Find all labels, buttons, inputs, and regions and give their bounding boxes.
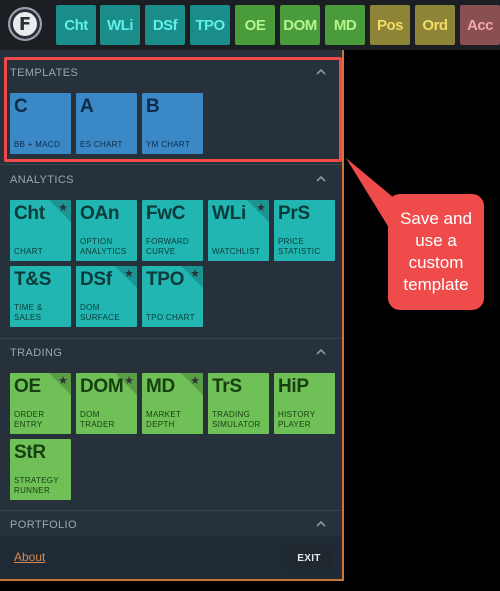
chevron-up-icon[interactable]	[314, 345, 328, 359]
tile-oe[interactable]: ★ OE ORDER ENTRY	[10, 373, 71, 434]
tile-abbr: OE	[14, 376, 41, 397]
tile-tpo[interactable]: ★ TPO TPO CHART	[142, 266, 203, 327]
chevron-up-icon[interactable]	[314, 517, 328, 531]
tile-abbr: TrS	[212, 376, 242, 397]
top-toolbar: F Cht WLi DSf TPO OE DOM MD Pos Ord Acc	[0, 0, 500, 50]
tile-md[interactable]: ★ MD MARKET DEPTH	[142, 373, 203, 434]
tile-label: TRADING SIMULATOR	[212, 410, 261, 429]
toolbar-button-acc[interactable]: Acc	[460, 5, 500, 45]
tile-abbr: PrS	[278, 203, 310, 224]
tile-prs[interactable]: PrS PRICE STATISTIC	[274, 200, 335, 261]
toolbar-button-dsf[interactable]: DSf	[145, 5, 185, 45]
tile-label: STRATEGY RUNNER	[14, 476, 59, 495]
toolbar-button-cht[interactable]: Cht	[56, 5, 96, 45]
callout-bubble: Save and use a custom template	[388, 194, 484, 310]
tile-label: TPO CHART	[146, 313, 195, 322]
tile-label: MARKET DEPTH	[146, 410, 182, 429]
star-icon[interactable]: ★	[124, 267, 134, 280]
section-header-portfolio[interactable]: PORTFOLIO	[0, 512, 342, 538]
tile-abbr: OAn	[80, 203, 120, 224]
tile-label: DOM TRADER	[80, 410, 115, 429]
tile-fwc[interactable]: FwC FORWARD CURVE	[142, 200, 203, 261]
toolbar-button-md[interactable]: MD	[325, 5, 365, 45]
tile-label: HISTORY PLAYER	[278, 410, 316, 429]
tile-abbr: T&S	[14, 269, 52, 290]
tile-hip[interactable]: HiP HISTORY PLAYER	[274, 373, 335, 434]
tile-abbr: StR	[14, 442, 46, 463]
tile-label: WATCHLIST	[212, 247, 261, 256]
tile-cht[interactable]: ★ Cht CHART	[10, 200, 71, 261]
section-header-analytics[interactable]: ANALYTICS	[0, 167, 342, 193]
tile-trs[interactable]: TrS TRADING SIMULATOR	[208, 373, 269, 434]
tile-ts[interactable]: T&S TIME & SALES	[10, 266, 71, 327]
templates-highlight-box	[4, 57, 342, 162]
toolbar-button-dom[interactable]: DOM	[280, 5, 320, 45]
section-title: PORTFOLIO	[10, 519, 77, 531]
section-title: TRADING	[10, 347, 63, 359]
callout-text: Save and use a custom template	[400, 209, 472, 294]
tile-label: ORDER ENTRY	[14, 410, 45, 429]
exit-button[interactable]: EXIT	[287, 546, 331, 570]
tile-abbr: DOM	[80, 376, 124, 397]
app-logo[interactable]: F	[8, 7, 42, 41]
tile-label: CHART	[14, 247, 43, 256]
tile-abbr: TPO	[146, 269, 185, 290]
section-header-trading[interactable]: TRADING	[0, 340, 342, 366]
toolbar-button-wli[interactable]: WLi	[100, 5, 140, 45]
star-icon[interactable]: ★	[190, 267, 200, 280]
star-icon[interactable]: ★	[58, 201, 68, 214]
tile-oan[interactable]: OAn OPTION ANALYTICS	[76, 200, 137, 261]
tile-str[interactable]: StR STRATEGY RUNNER	[10, 439, 71, 500]
about-link[interactable]: About	[14, 550, 45, 564]
toolbar-button-ord[interactable]: Ord	[415, 5, 455, 45]
logo-letter: F	[18, 13, 32, 35]
star-icon[interactable]: ★	[124, 374, 134, 387]
section-divider	[0, 164, 342, 165]
tile-label: TIME & SALES	[14, 303, 43, 322]
tile-abbr: MD	[146, 376, 175, 397]
tile-dsf[interactable]: ★ DSf DOM SURFACE	[76, 266, 137, 327]
tile-label: OPTION ANALYTICS	[80, 237, 127, 256]
star-icon[interactable]: ★	[256, 201, 266, 214]
tile-dom[interactable]: ★ DOM DOM TRADER	[76, 373, 137, 434]
tile-label: FORWARD CURVE	[146, 237, 189, 256]
section-divider	[0, 510, 342, 511]
toolbar-button-oe[interactable]: OE	[235, 5, 275, 45]
chevron-up-icon[interactable]	[314, 172, 328, 186]
tile-abbr: HiP	[278, 376, 309, 397]
tile-label: PRICE STATISTIC	[278, 237, 321, 256]
tile-abbr: DSf	[80, 269, 112, 290]
section-title: ANALYTICS	[10, 174, 74, 186]
tile-abbr: FwC	[146, 203, 186, 224]
star-icon[interactable]: ★	[190, 374, 200, 387]
star-icon[interactable]: ★	[58, 374, 68, 387]
tile-abbr: WLi	[212, 203, 246, 224]
toolbar-button-pos[interactable]: Pos	[370, 5, 410, 45]
tile-wli[interactable]: ★ WLi WATCHLIST	[208, 200, 269, 261]
tile-label: DOM SURFACE	[80, 303, 120, 322]
section-divider	[0, 338, 342, 339]
toolbar-button-tpo[interactable]: TPO	[190, 5, 230, 45]
tile-abbr: Cht	[14, 203, 45, 224]
